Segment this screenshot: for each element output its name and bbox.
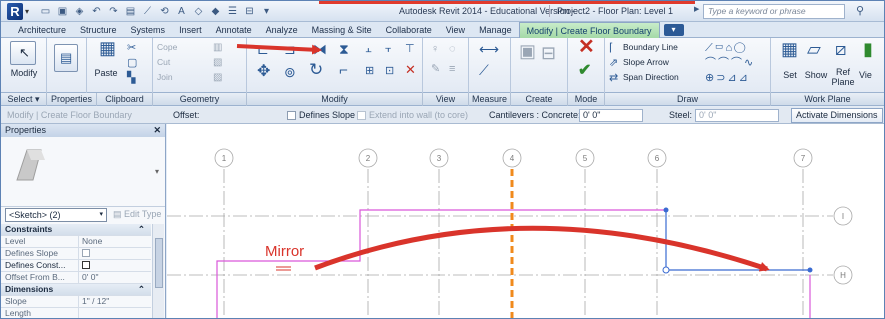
revit-window: R ▾ ▭ ▣ ◈ ↶ ↷ ▤ ⟋ ⟲ A ◇ ◆ ☰ ⊟ ▾ Autodesk… (0, 0, 885, 319)
ribbon-annotation-layer (236, 44, 322, 55)
ribbon-annotation-arrow (236, 44, 322, 55)
